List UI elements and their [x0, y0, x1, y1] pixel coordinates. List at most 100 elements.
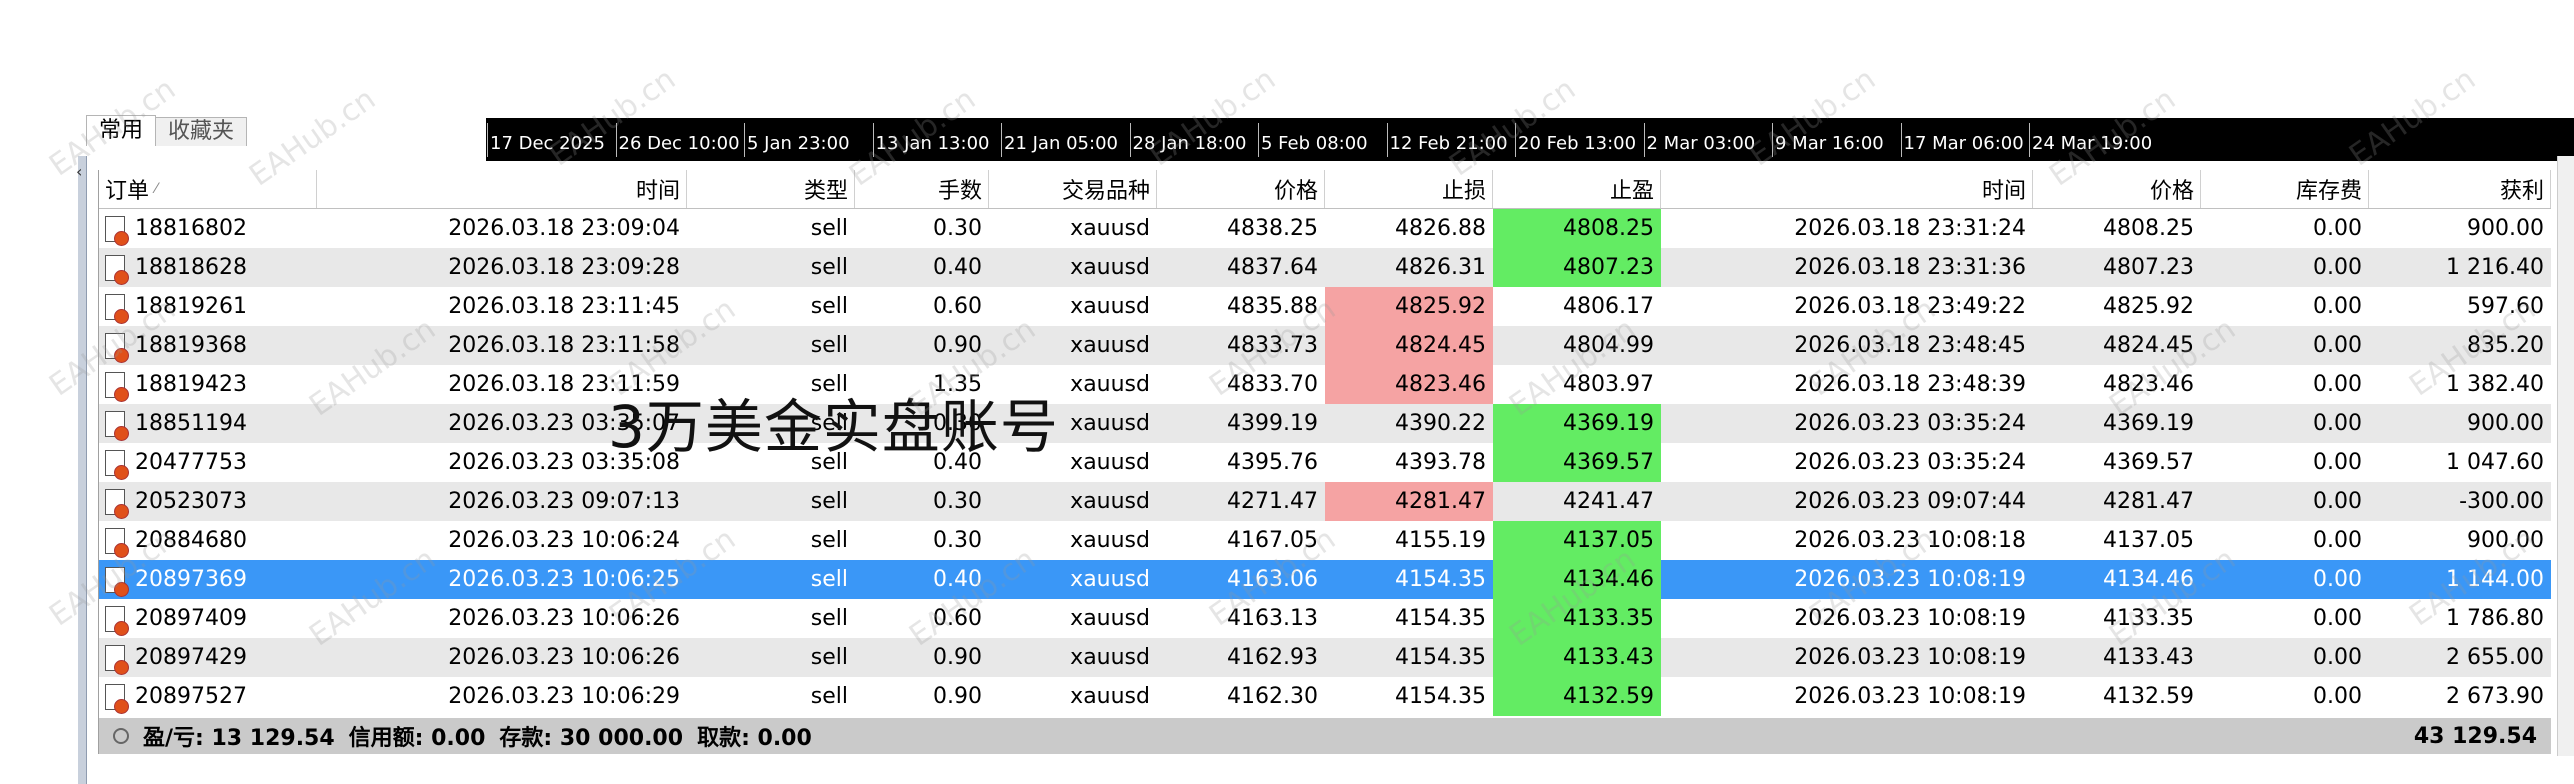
cell-order: 20897429 [99, 638, 317, 677]
cell-volume: 0.30 [933, 216, 982, 241]
cell-close-price: 4823.46 [2103, 372, 2194, 397]
cell-order: 20897409 [99, 599, 317, 638]
cell-swap: 0.00 [2313, 528, 2362, 553]
table-row[interactable]: 18819368 2026.03.18 23:11:58 sell 0.90 xauus… [99, 326, 2551, 365]
cell-profit: 597.60 [2467, 294, 2544, 319]
table-row[interactable]: 18816802 2026.03.18 23:09:04 sell 0.30 xauus… [99, 209, 2551, 248]
cell-type: sell [810, 216, 848, 241]
timeline-tick: 24 Mar 19:00 [2028, 123, 2153, 157]
cell-profit: 1 047.60 [2446, 450, 2544, 475]
order-document-icon [105, 410, 129, 441]
cell-order: 18851194 [99, 404, 317, 443]
cell-price: 4837.64 [1227, 255, 1318, 280]
table-row[interactable]: 20897409 2026.03.23 10:06:26 sell 0.60 xauus… [99, 599, 2551, 638]
cell-type: sell [810, 294, 848, 319]
col-volume[interactable]: 手数 [855, 170, 989, 208]
cell-tp: 4241.47 [1563, 489, 1654, 514]
cell-close-time: 2026.03.23 10:08:19 [1794, 567, 2026, 592]
cell-swap: 0.00 [2313, 645, 2362, 670]
cell-symbol: xauusd [1070, 489, 1150, 514]
cell-type: sell [810, 684, 848, 709]
cell-symbol: xauusd [1070, 333, 1150, 358]
timeline-tick: 17 Dec 2025 [487, 123, 605, 157]
collapse-arrow-icon[interactable]: ‹ [76, 162, 82, 181]
cell-order: 20523073 [99, 482, 317, 521]
cell-order: 20884680 [99, 521, 317, 560]
cell-type: sell [810, 567, 848, 592]
table-row[interactable]: 20884680 2026.03.23 10:06:24 sell 0.30 xauus… [99, 521, 2551, 560]
cell-time: 2026.03.23 10:06:26 [448, 645, 680, 670]
cell-sl: 4154.35 [1395, 684, 1486, 709]
left-splitter[interactable] [78, 156, 87, 784]
cell-sl: 4825.92 [1325, 287, 1493, 326]
cell-price: 4167.05 [1227, 528, 1318, 553]
summary-icon [113, 728, 129, 744]
order-document-icon [105, 371, 129, 402]
col-open-time[interactable]: 时间 [317, 170, 687, 208]
cell-close-time: 2026.03.23 03:35:24 [1794, 450, 2026, 475]
col-type[interactable]: 类型 [687, 170, 855, 208]
cell-order: 18818628 [99, 248, 317, 287]
col-open-price[interactable]: 价格 [1157, 170, 1325, 208]
cell-swap: 0.00 [2313, 333, 2362, 358]
order-id: 20897429 [135, 645, 247, 670]
vertical-scrollbar[interactable] [2557, 156, 2574, 756]
cell-symbol: xauusd [1070, 567, 1150, 592]
cell-type: sell [810, 528, 848, 553]
tab-common[interactable]: 常用 [86, 115, 157, 146]
cell-volume: 0.40 [933, 567, 982, 592]
table-row[interactable]: 20897369 2026.03.23 10:06:25 sell 0.40 xauus… [99, 560, 2551, 599]
cell-close-time: 2026.03.18 23:49:22 [1794, 294, 2026, 319]
table-row[interactable]: 20477753 2026.03.23 03:35:08 sell 0.40 xauus… [99, 443, 2551, 482]
timeline-tick: 21 Jan 05:00 [1001, 123, 1118, 157]
table-row[interactable]: 20897527 2026.03.23 10:06:29 sell 0.90 xauus… [99, 677, 2551, 716]
col-symbol[interactable]: 交易品种 [989, 170, 1157, 208]
cell-price: 4395.76 [1227, 450, 1318, 475]
cell-close-price: 4825.92 [2103, 294, 2194, 319]
order-id: 20897527 [135, 684, 247, 709]
order-document-icon [105, 644, 129, 675]
col-take-profit[interactable]: 止盈 [1493, 170, 1661, 208]
cell-price: 4838.25 [1227, 216, 1318, 241]
cell-price: 4399.19 [1227, 411, 1318, 436]
table-row[interactable]: 18819423 2026.03.18 23:11:59 sell 1.35 xauus… [99, 365, 2551, 404]
cell-symbol: xauusd [1070, 606, 1150, 631]
col-close-time[interactable]: 时间 [1661, 170, 2033, 208]
cell-symbol: xauusd [1070, 216, 1150, 241]
col-swap[interactable]: 库存费 [2201, 170, 2369, 208]
table-row[interactable]: 20897429 2026.03.23 10:06:26 sell 0.90 xauus… [99, 638, 2551, 677]
cell-volume: 0.60 [933, 294, 982, 319]
tab-favorites[interactable]: 收藏夹 [155, 117, 248, 146]
cell-close-price: 4134.46 [2103, 567, 2194, 592]
cell-swap: 0.00 [2313, 684, 2362, 709]
order-id: 20884680 [135, 528, 247, 553]
summary-deposit: 存款: 30 000.00 [499, 726, 684, 751]
cell-type: sell [810, 333, 848, 358]
col-order[interactable]: 订单 ⁄ [99, 170, 317, 208]
cell-close-time: 2026.03.23 10:08:19 [1794, 684, 2026, 709]
cell-order: 18816802 [99, 209, 317, 248]
order-id: 18818628 [135, 255, 247, 280]
cell-sl: 4824.45 [1325, 326, 1493, 365]
table-row[interactable]: 20523073 2026.03.23 09:07:13 sell 0.30 xauus… [99, 482, 2551, 521]
history-timeline[interactable]: 17 Dec 2025 26 Dec 10:00 5 Jan 23:00 13 Jan… [486, 118, 2574, 161]
cell-swap: 0.00 [2313, 255, 2362, 280]
timeline-tick: 5 Feb 08:00 [1258, 123, 1368, 157]
col-stop-loss[interactable]: 止损 [1325, 170, 1493, 208]
cell-swap: 0.00 [2313, 567, 2362, 592]
cell-sl: 4393.78 [1395, 450, 1486, 475]
cell-time: 2026.03.18 23:09:04 [448, 216, 680, 241]
table-row[interactable]: 18851194 2026.03.23 03:35:07 sell 0.30 xauus… [99, 404, 2551, 443]
order-document-icon [105, 293, 129, 324]
col-profit[interactable]: 获利 [2369, 170, 2551, 208]
cell-profit: 1 216.40 [2446, 255, 2544, 280]
cell-close-time: 2026.03.23 10:08:19 [1794, 606, 2026, 631]
cell-close-price: 4807.23 [2103, 255, 2194, 280]
table-row[interactable]: 18819261 2026.03.18 23:11:45 sell 0.60 xauus… [99, 287, 2551, 326]
table-row[interactable]: 18818628 2026.03.18 23:09:28 sell 0.40 xauus… [99, 248, 2551, 287]
order-id: 18819368 [135, 333, 247, 358]
cell-volume: 0.90 [933, 645, 982, 670]
cell-volume: 0.30 [933, 489, 982, 514]
timeline-tick: 26 Dec 10:00 [615, 123, 740, 157]
col-close-price[interactable]: 价格 [2033, 170, 2201, 208]
